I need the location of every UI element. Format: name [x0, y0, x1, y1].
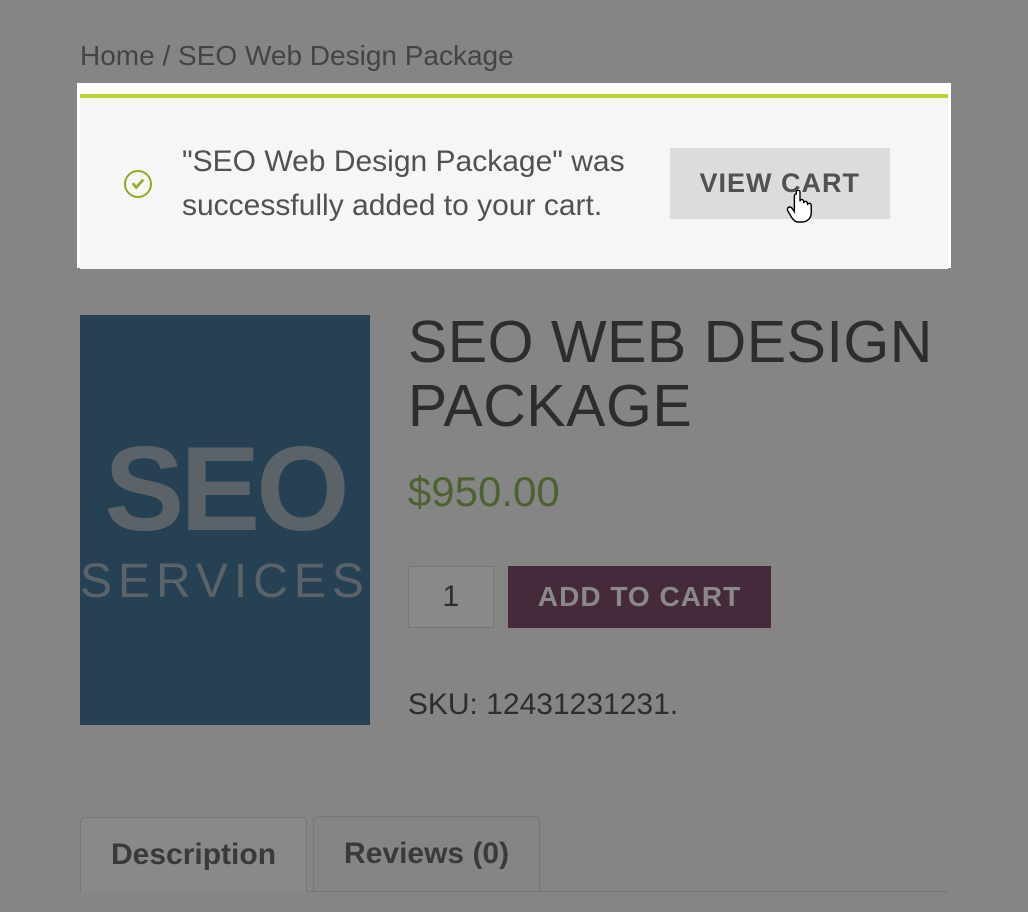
tab-reviews[interactable]: Reviews (0) [313, 816, 540, 892]
add-to-cart-button[interactable]: ADD TO CART [508, 566, 771, 628]
add-to-cart-form: ADD TO CART [408, 566, 948, 628]
sku-line: SKU: 12431231231. [408, 688, 948, 722]
product-image-text-2: SERVICES [80, 554, 370, 609]
product-image-text-1: SEO [104, 432, 345, 546]
tab-description[interactable]: Description [80, 817, 307, 892]
sku-value: 12431231231 [486, 688, 670, 721]
product-tabs: Description Reviews (0) [80, 815, 948, 892]
notice-message: "SEO Web Design Package" was successfull… [182, 140, 640, 227]
breadcrumb: Home / SEO Web Design Package [80, 40, 948, 72]
breadcrumb-separator: / [162, 40, 178, 71]
product-title: SEO WEB DESIGN PACKAGE [408, 311, 948, 438]
sku-label: SKU: [408, 688, 478, 721]
cart-success-notice: "SEO Web Design Package" was successfull… [80, 94, 948, 269]
quantity-input[interactable] [408, 566, 494, 628]
checkmark-circle-icon [124, 170, 152, 198]
breadcrumb-home-link[interactable]: Home [80, 40, 155, 71]
product-price: $950.00 [408, 468, 948, 516]
view-cart-button[interactable]: VIEW CART [670, 148, 891, 219]
product-image[interactable]: SEO SERVICES [80, 315, 370, 725]
breadcrumb-current: SEO Web Design Package [178, 40, 514, 71]
